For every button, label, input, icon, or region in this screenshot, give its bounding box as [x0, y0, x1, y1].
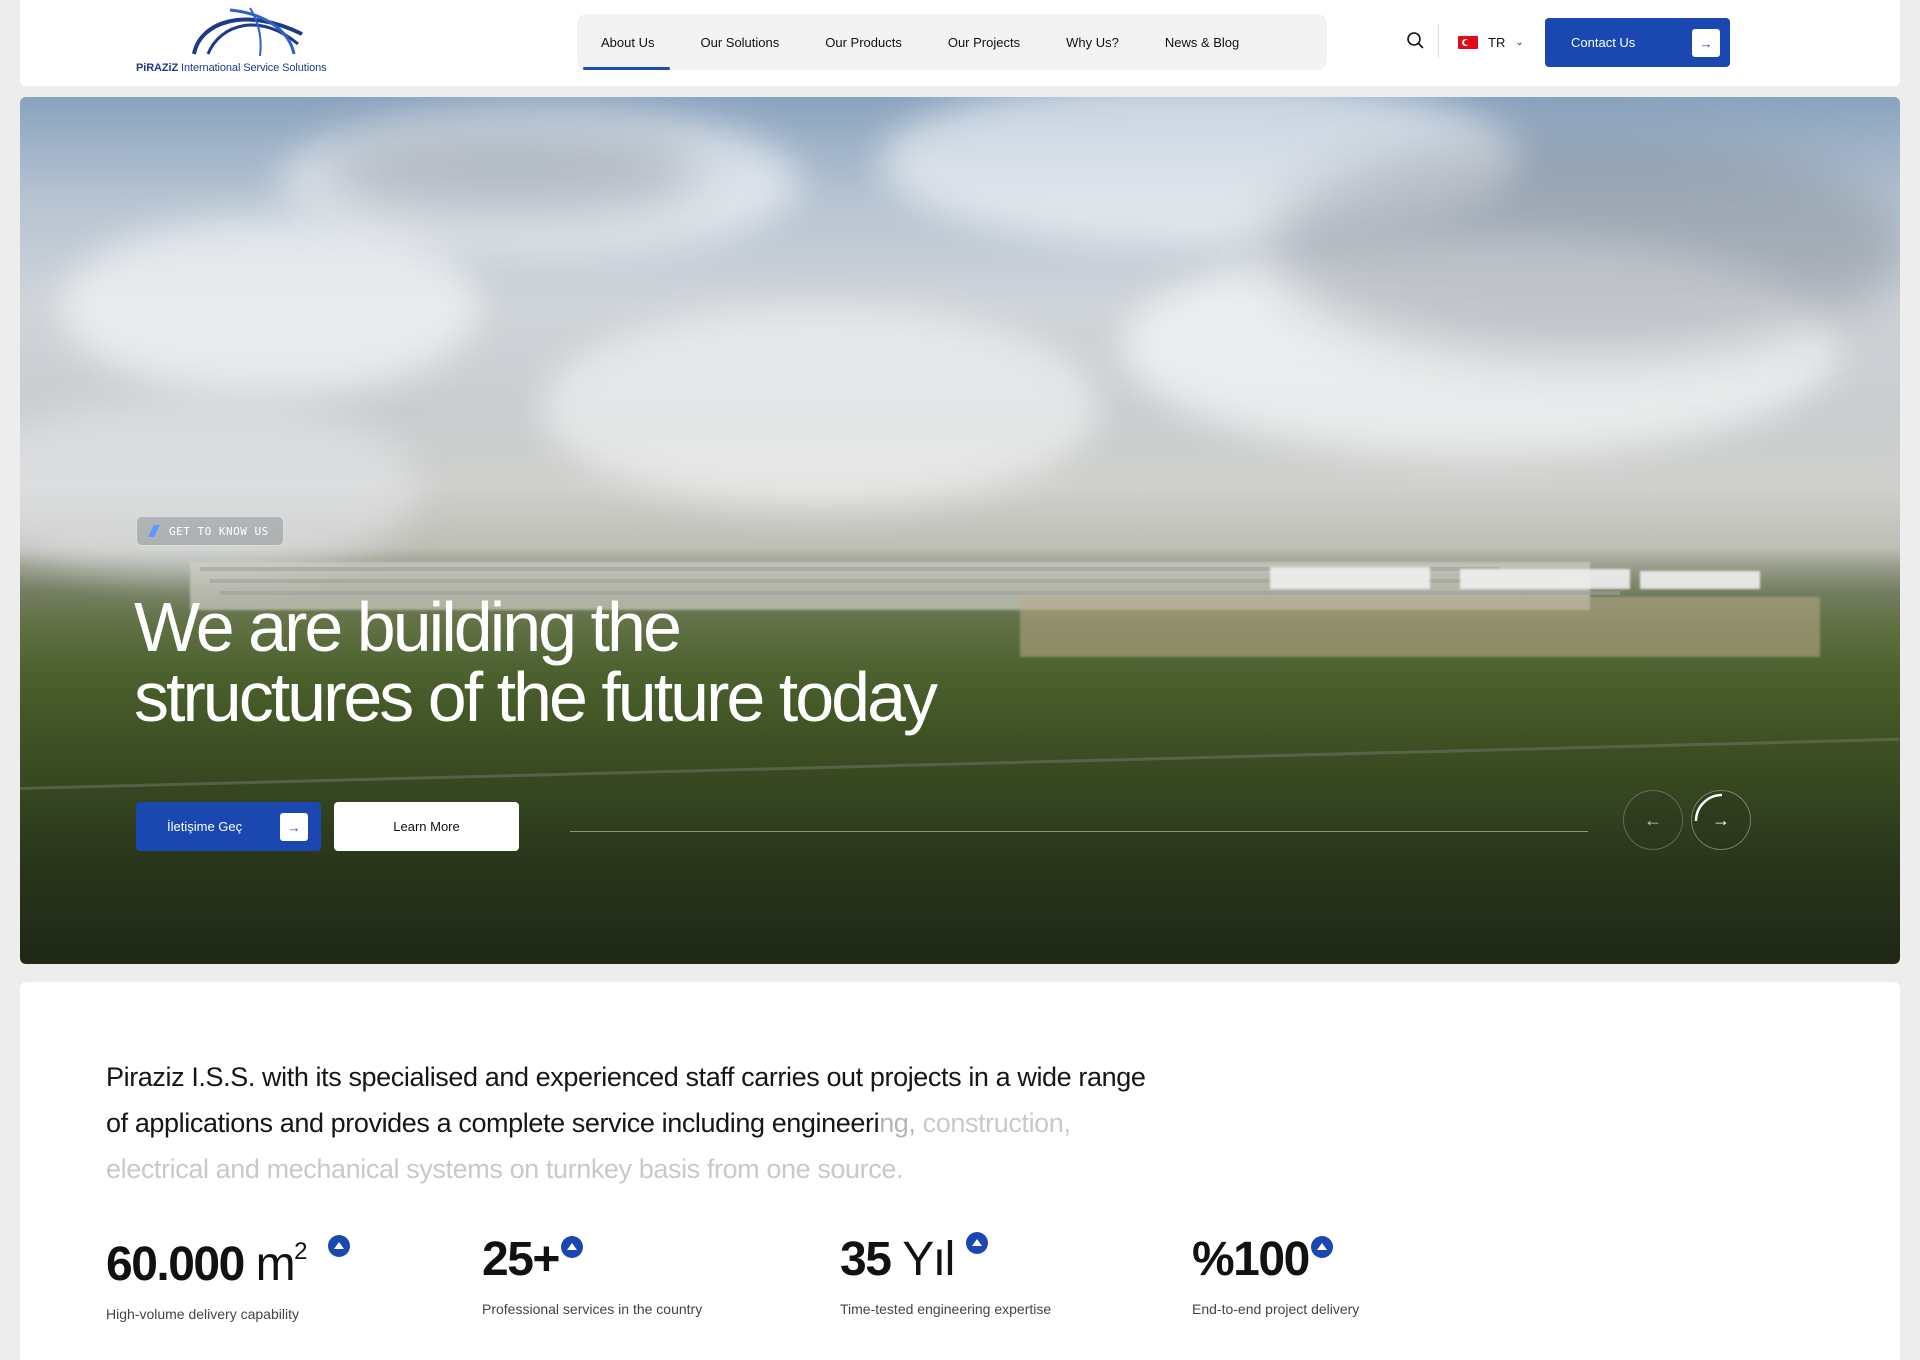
chevron-down-icon: ⌄	[1515, 36, 1524, 48]
contact-us-label: Contact Us	[1571, 35, 1636, 50]
learn-more-label: Learn More	[393, 819, 460, 834]
about-section: Piraziz I.S.S. with its specialised and …	[20, 982, 1900, 1360]
main-nav: About Us Our Solutions Our Products Our …	[577, 14, 1327, 70]
stat-up-badge-icon	[965, 1232, 988, 1254]
stat-label: Professional services in the country	[482, 1301, 703, 1317]
slash-icon	[148, 525, 160, 537]
turkey-flag-icon	[1458, 35, 1478, 49]
header-divider	[1438, 24, 1439, 58]
stat-value: 60.000 m2	[106, 1235, 350, 1292]
learn-more-button[interactable]: Learn More	[334, 802, 519, 851]
hero-section: GET TO KNOW US We are building the struc…	[20, 97, 1900, 964]
about-text-fade-a: ng,	[879, 1108, 916, 1138]
slider-prev-button[interactable]: ←	[1623, 790, 1683, 850]
nav-our-solutions[interactable]: Our Solutions	[700, 14, 779, 70]
language-selector[interactable]: TR ⌄	[1458, 32, 1524, 52]
hero-title: We are building the structures of the fu…	[134, 592, 1134, 732]
slider-progress-line	[570, 831, 1588, 832]
logo-text: PiRAZiZ International Service Solutions	[136, 62, 327, 74]
slider-next-button[interactable]: →	[1691, 790, 1751, 850]
site-header: PiRAZiZ International Service Solutions …	[20, 0, 1900, 86]
nav-news-blog[interactable]: News & Blog	[1165, 14, 1239, 70]
contact-cta-label: İletişime Geç	[167, 819, 243, 834]
stat-delivery: %100 End-to-end project delivery	[1192, 1232, 1359, 1317]
search-icon[interactable]	[1405, 30, 1427, 52]
arrow-right-icon: →	[1692, 29, 1720, 57]
slider-progress-ring	[1694, 793, 1723, 822]
stat-up-badge-icon	[560, 1236, 583, 1258]
stat-value: %100	[1192, 1232, 1333, 1287]
globe-logo-icon	[192, 7, 303, 57]
language-code: TR	[1488, 34, 1506, 50]
stat-services: 25+ Professional services in the country	[482, 1232, 702, 1317]
stat-label: Time-tested engineering expertise	[840, 1301, 1052, 1317]
stat-area: 60.000 m2 High-volume delivery capabilit…	[106, 1235, 350, 1322]
nav-our-projects[interactable]: Our Projects	[948, 14, 1020, 70]
arrow-left-icon: ←	[1644, 809, 1662, 830]
stat-experience: 35 Yıl Time-tested engineering expertise	[840, 1232, 1051, 1317]
nav-about-us[interactable]: About Us	[582, 14, 672, 70]
contact-us-button[interactable]: Contact Us →	[1545, 18, 1730, 67]
hero-title-line2: structures of the future today	[134, 658, 938, 736]
get-to-know-us-tag: GET TO KNOW US	[136, 516, 284, 546]
nav-why-us[interactable]: Why Us?	[1066, 14, 1119, 70]
stat-value: 35 Yıl	[840, 1232, 988, 1287]
hero-title-line1: We are building the	[134, 588, 682, 666]
stat-up-badge-icon	[1310, 1236, 1333, 1258]
contact-cta-button[interactable]: İletişime Geç →	[136, 802, 321, 851]
arrow-right-icon: →	[280, 813, 308, 841]
nav-our-products[interactable]: Our Products	[825, 14, 902, 70]
tag-label: GET TO KNOW US	[169, 524, 269, 538]
about-intro-text: Piraziz I.S.S. with its specialised and …	[106, 1054, 1146, 1192]
stat-up-badge-icon	[328, 1235, 350, 1257]
stat-label: High-volume delivery capability	[106, 1306, 299, 1322]
stat-label: End-to-end project delivery	[1192, 1301, 1360, 1317]
stat-value: 25+	[482, 1232, 583, 1287]
logo[interactable]: PiRAZiZ International Service Solutions	[136, 4, 358, 76]
